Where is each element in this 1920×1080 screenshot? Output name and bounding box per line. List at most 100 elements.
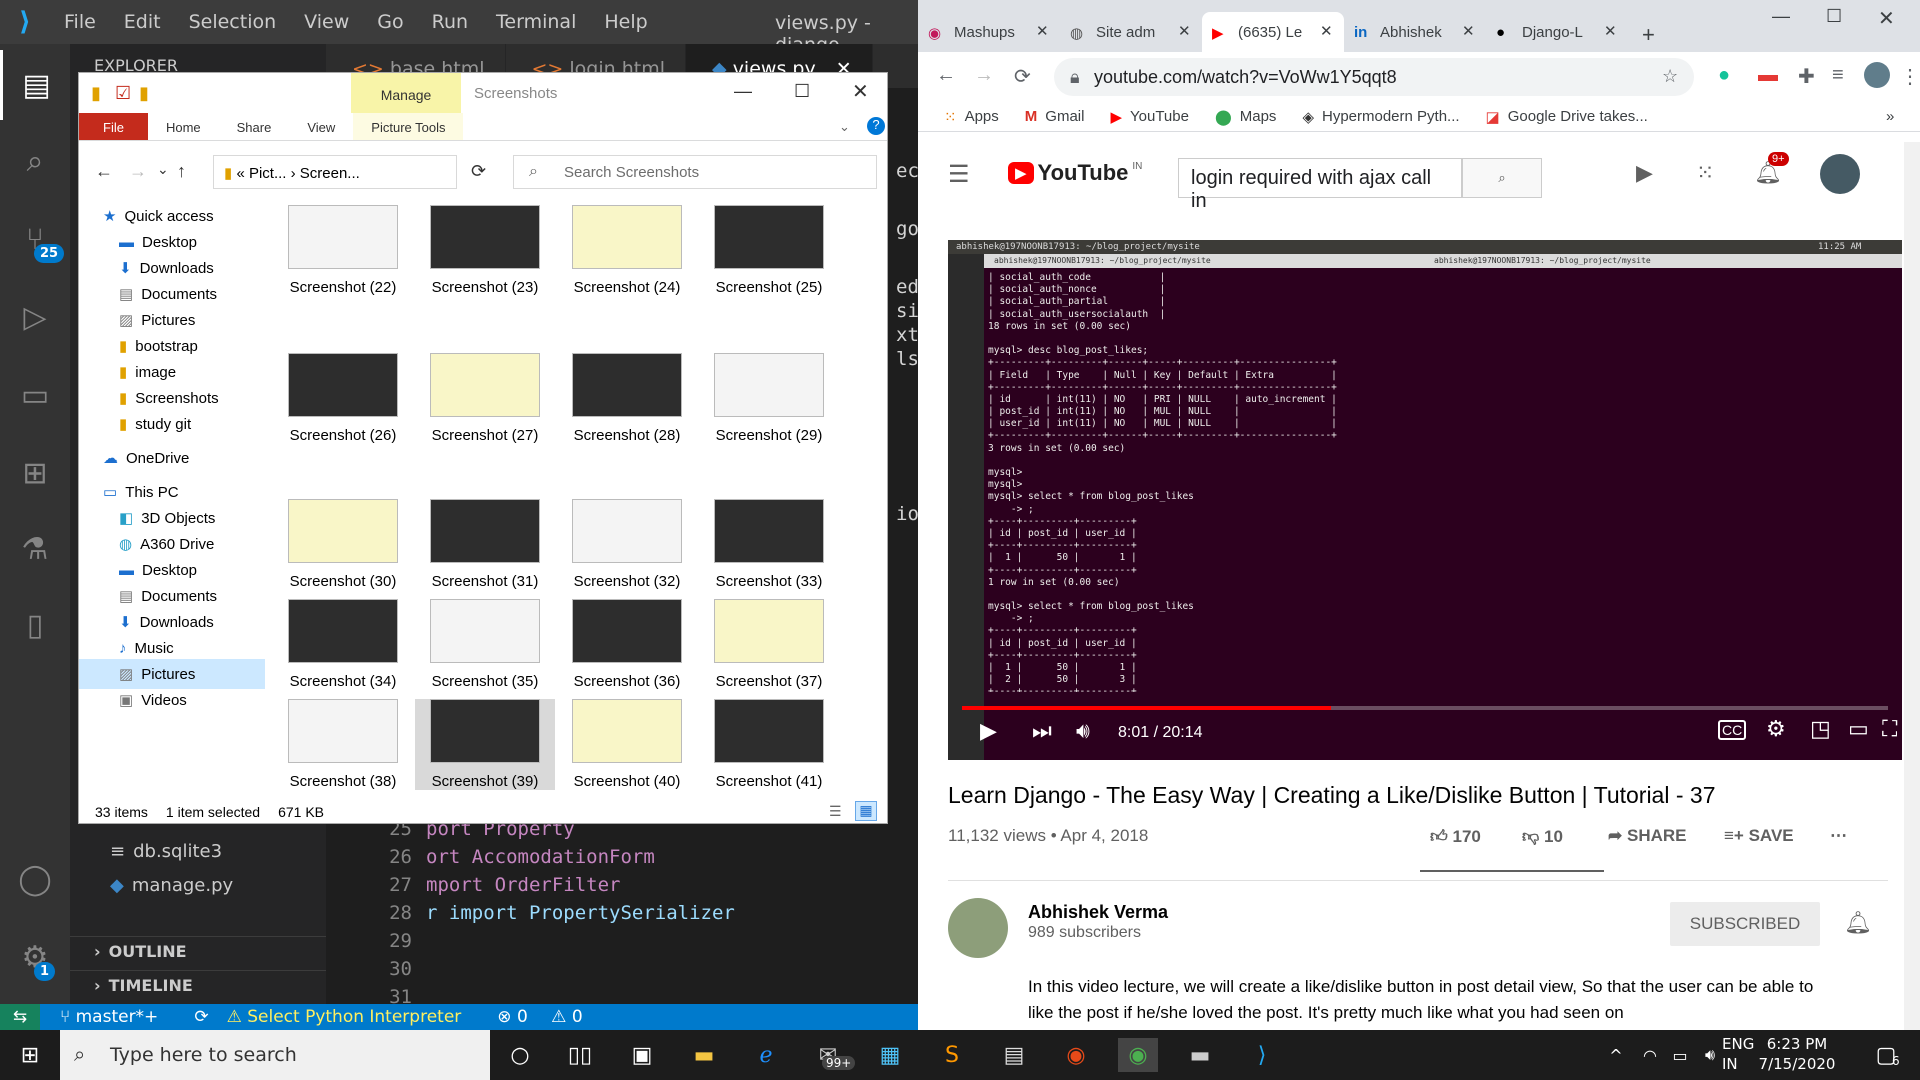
- tree-videos[interactable]: ▣ Videos: [79, 685, 265, 715]
- youtube-search-input[interactable]: login required with ajax call in: [1178, 158, 1462, 212]
- menu-selection[interactable]: Selection: [175, 11, 291, 33]
- minimize-icon[interactable]: —: [734, 81, 752, 102]
- more-actions-icon[interactable]: ⋯: [1830, 826, 1847, 846]
- thumbnail-item[interactable]: Screenshot (40): [557, 699, 697, 790]
- extensions-puzzle-icon[interactable]: ✚: [1798, 64, 1815, 89]
- create-video-icon[interactable]: ▶: [1636, 160, 1653, 186]
- menu-edit[interactable]: Edit: [110, 11, 175, 33]
- tab-mashups[interactable]: ◉ Mashups ✕: [918, 12, 1060, 52]
- account-icon[interactable]: ◯: [0, 844, 70, 914]
- thumbnail-item[interactable]: Screenshot (38): [273, 699, 413, 790]
- thumbnail-item[interactable]: Screenshot (23): [415, 205, 555, 296]
- thumbnail-item[interactable]: Screenshot (27): [415, 353, 555, 444]
- sync-icon[interactable]: ⟳: [194, 1007, 208, 1027]
- thumbnail-item[interactable]: Screenshot (30): [273, 499, 413, 590]
- close-icon[interactable]: ✕: [1178, 22, 1191, 40]
- chevron-down-icon[interactable]: ⌄: [839, 119, 850, 135]
- remote-explorer-icon[interactable]: ▭: [0, 360, 70, 430]
- profile-avatar[interactable]: [1864, 62, 1890, 88]
- ribbon-home[interactable]: Home: [148, 113, 219, 140]
- search-button[interactable]: ⌕: [1462, 158, 1542, 198]
- search-icon[interactable]: ⌕: [0, 126, 70, 196]
- next-icon[interactable]: ⏭︎: [1032, 718, 1052, 744]
- vscode-taskbar-icon[interactable]: ⟩: [1242, 1038, 1282, 1072]
- video-player[interactable]: abhishek@197NOONB17913: ~/blog_project/m…: [948, 240, 1902, 760]
- user-avatar[interactable]: [1820, 154, 1860, 194]
- edge-icon[interactable]: ℯ: [746, 1038, 786, 1072]
- reading-list-icon[interactable]: ≡: [1832, 64, 1844, 87]
- like-button[interactable]: 👍︎ 170: [1430, 826, 1481, 847]
- bookmark-google-drive[interactable]: ◪ Google Drive takes...: [1486, 108, 1648, 126]
- ribbon-share[interactable]: Share: [219, 113, 290, 140]
- menu-hamburger-icon[interactable]: ☰: [948, 160, 970, 189]
- play-icon[interactable]: ▶: [980, 718, 997, 744]
- captions-icon[interactable]: CC: [1718, 720, 1747, 740]
- branch-indicator[interactable]: ⑂ master*+: [60, 1007, 176, 1027]
- bookmark-maps[interactable]: ⬤ Maps: [1215, 108, 1276, 126]
- close-icon[interactable]: ✕: [852, 79, 869, 104]
- thumbnail-item[interactable]: Screenshot (29): [699, 353, 839, 444]
- store-icon[interactable]: ▣: [622, 1038, 662, 1072]
- share-button[interactable]: ➦ SHARE: [1608, 826, 1687, 846]
- sublime-icon[interactable]: S: [932, 1038, 972, 1072]
- up-arrow-icon[interactable]: ↑: [177, 161, 186, 182]
- miniplayer-icon[interactable]: ◳: [1810, 716, 1831, 742]
- menu-help[interactable]: Help: [590, 11, 661, 33]
- address-bar[interactable]: 🔒︎ youtube.com/watch?v=VoWw1Y5qqt8 ☆: [1054, 58, 1694, 96]
- thumbnail-item[interactable]: Screenshot (31): [415, 499, 555, 590]
- reload-icon[interactable]: ⟳: [1014, 64, 1031, 89]
- bookmark-icon[interactable]: ▯: [0, 590, 70, 660]
- close-icon[interactable]: ✕: [1036, 22, 1049, 40]
- menu-terminal[interactable]: Terminal: [482, 11, 590, 33]
- save-button[interactable]: ≡+ SAVE: [1724, 826, 1794, 846]
- address-bar[interactable]: ▮ « Pict... › Screen...: [213, 155, 457, 189]
- settings-gear-icon[interactable]: ⚙ 1: [0, 922, 70, 992]
- properties-icon[interactable]: ☑: [115, 83, 131, 104]
- manage-tab[interactable]: Manage: [351, 73, 461, 113]
- minimize-icon[interactable]: —: [1772, 6, 1790, 27]
- thumbnail-item[interactable]: Screenshot (35): [415, 599, 555, 690]
- chrome-icon[interactable]: ◉: [1118, 1038, 1158, 1072]
- thumbnail-item[interactable]: Screenshot (33): [699, 499, 839, 590]
- more-bookmarks-icon[interactable]: »: [1886, 108, 1894, 125]
- progress-track[interactable]: [962, 706, 1888, 710]
- youtube-logo[interactable]: ▶ YouTube IN: [1008, 160, 1142, 186]
- remote-desktop-icon[interactable]: ▦: [870, 1038, 910, 1072]
- bookmark-apps[interactable]: ⁙ Apps: [944, 108, 999, 126]
- bookmark-gmail[interactable]: M Gmail: [1025, 108, 1085, 125]
- thumbnail-item[interactable]: Screenshot (36): [557, 599, 697, 690]
- more-vertical-icon[interactable]: ⋮: [1900, 64, 1920, 89]
- tab-youtube[interactable]: ▶ (6635) Le ✕: [1202, 12, 1344, 52]
- menu-run[interactable]: Run: [418, 11, 482, 33]
- search-input[interactable]: Search Screenshots: [513, 155, 877, 189]
- timeline-section[interactable]: › TIMELINE: [70, 970, 326, 1000]
- thumbnail-item[interactable]: Screenshot (26): [273, 353, 413, 444]
- task-view-icon[interactable]: ▯▯: [560, 1038, 600, 1072]
- thumbnail-item[interactable]: Screenshot (24): [557, 205, 697, 296]
- close-icon[interactable]: ✕: [1604, 22, 1617, 40]
- thumbnail-item[interactable]: Screenshot (41): [699, 699, 839, 790]
- postman-icon[interactable]: ◉: [1056, 1038, 1096, 1072]
- tree-onedrive[interactable]: ☁ OneDrive: [79, 443, 265, 473]
- run-debug-icon[interactable]: ▷: [0, 282, 70, 352]
- thumbnail-item[interactable]: Screenshot (25): [699, 205, 839, 296]
- thumbnail-item[interactable]: Screenshot (37): [699, 599, 839, 690]
- thumbnail-item[interactable]: Screenshot (28): [557, 353, 697, 444]
- forward-arrow-icon[interactable]: →: [974, 64, 994, 87]
- theater-mode-icon[interactable]: ▭: [1848, 716, 1869, 742]
- ribbon-file[interactable]: File: [79, 113, 148, 140]
- file-explorer-icon[interactable]: ▬: [684, 1038, 724, 1072]
- notification-bell-icon[interactable]: 🔔︎: [1844, 910, 1872, 936]
- maximize-icon[interactable]: ☐: [794, 81, 810, 102]
- windows-start-icon[interactable]: ⊞: [10, 1038, 50, 1072]
- tab-github[interactable]: ● Django-L ✕: [1486, 12, 1628, 52]
- ribbon-picture-tools[interactable]: Picture Tools: [353, 113, 464, 140]
- channel-avatar[interactable]: [948, 898, 1008, 958]
- apps-grid-icon[interactable]: ⁙: [1696, 160, 1714, 186]
- testing-icon[interactable]: ⚗: [0, 514, 70, 584]
- grammarly-icon[interactable]: ●: [1718, 64, 1730, 87]
- dislike-button[interactable]: 👎︎ 10: [1522, 826, 1563, 847]
- terminal-icon[interactable]: ▬: [1180, 1038, 1220, 1072]
- help-icon[interactable]: ?: [867, 117, 885, 135]
- problems-indicator[interactable]: ⊗ 0 ⚠ 0: [497, 1007, 600, 1027]
